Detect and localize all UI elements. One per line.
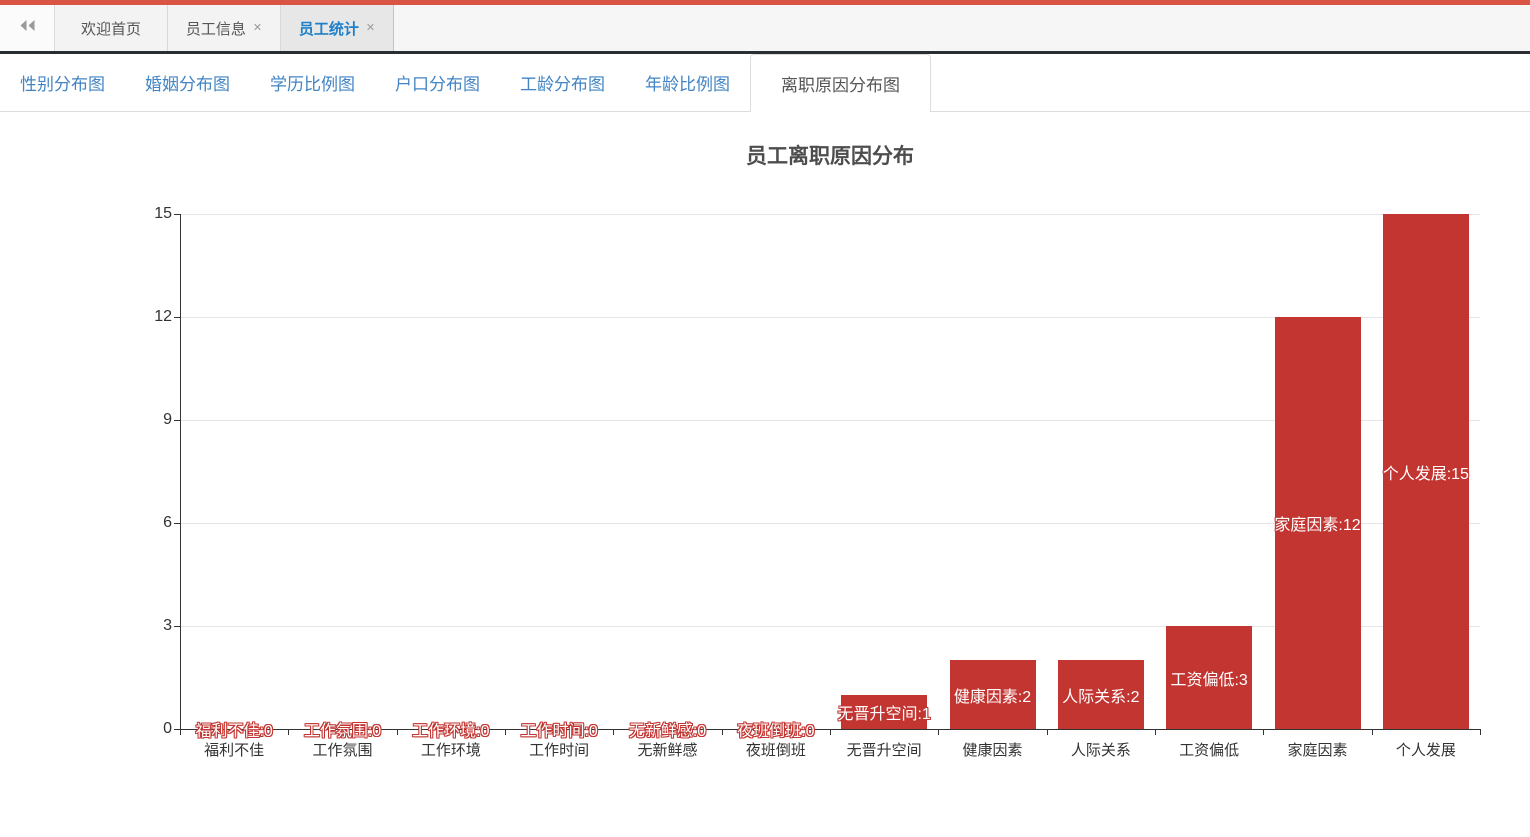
x-axis-tick — [1047, 729, 1048, 735]
tab-employee-stats[interactable]: 员工统计 ✕ — [281, 5, 394, 51]
subtab-label: 性别分布图 — [20, 70, 105, 95]
bar-value-label: 工作氛围:0 — [304, 717, 381, 741]
double-chevron-left-icon — [19, 19, 36, 37]
x-axis-category-label: 健康因素 — [962, 739, 1022, 760]
y-axis-label: 0 — [128, 720, 172, 738]
x-axis-category-label: 工作环境 — [421, 739, 481, 760]
subtab-gender-distribution[interactable]: 性别分布图 — [0, 54, 125, 111]
y-axis-label: 6 — [128, 514, 172, 532]
subtab-label: 学历比例图 — [270, 70, 355, 95]
subtab-age-ratio[interactable]: 年龄比例图 — [625, 54, 750, 111]
subtab-label: 年龄比例图 — [645, 70, 730, 95]
subtab-education-ratio[interactable]: 学历比例图 — [250, 54, 375, 111]
subtab-label: 婚姻分布图 — [145, 70, 230, 95]
x-axis-tick — [613, 729, 614, 735]
x-axis-category-label: 工作时间 — [529, 739, 589, 760]
subtab-work-years-distribution[interactable]: 工龄分布图 — [500, 54, 625, 111]
subtab-marriage-distribution[interactable]: 婚姻分布图 — [125, 54, 250, 111]
subtab-label: 户口分布图 — [395, 70, 480, 95]
y-axis-label: 12 — [128, 308, 172, 326]
tab-bar-filler — [394, 5, 1530, 51]
tab-label: 员工信息 — [186, 18, 246, 39]
y-axis-label: 9 — [128, 411, 172, 429]
y-axis-line — [180, 214, 181, 730]
gridline — [180, 214, 1480, 215]
app-root: 欢迎首页 员工信息 ✕ 员工统计 ✕ 性别分布图 婚姻分布图 学历比例图 户口分… — [0, 0, 1530, 837]
bar-value-label: 个人发展:15 — [1383, 460, 1469, 484]
x-axis-category-label: 个人发展 — [1396, 739, 1456, 760]
bar-value-label: 福利不佳:0 — [195, 717, 272, 741]
window-tab-bar: 欢迎首页 员工信息 ✕ 员工统计 ✕ — [0, 5, 1530, 54]
plot-area: 0 3 6 9 12 15 福利不佳:0福利不佳 工作氛围:0工作氛围 工作环境:0工作环境 工作… — [0, 112, 1530, 833]
tab-employee-info[interactable]: 员工信息 ✕ — [168, 5, 281, 51]
x-axis-tick — [1480, 729, 1481, 735]
x-axis-tick — [722, 729, 723, 735]
x-axis-tick — [1263, 729, 1264, 735]
tab-welcome-home[interactable]: 欢迎首页 — [55, 5, 168, 51]
x-axis-category-label: 无新鲜感 — [637, 739, 697, 760]
bar-value-label: 工作时间:0 — [520, 717, 597, 741]
bar-value-label: 家庭因素:12 — [1274, 511, 1360, 535]
chart-tab-bar: 性别分布图 婚姻分布图 学历比例图 户口分布图 工龄分布图 年龄比例图 离职原因… — [0, 54, 1530, 112]
bar-value-label: 无晋升空间:1 — [837, 700, 930, 724]
bar-value-label: 人际关系:2 — [1062, 683, 1139, 707]
bar-value-label: 夜班倒班:0 — [737, 717, 814, 741]
x-axis-tick — [505, 729, 506, 735]
x-axis-category-label: 家庭因素 — [1287, 739, 1347, 760]
bar-value-label: 健康因素:2 — [954, 683, 1031, 707]
x-axis-category-label: 福利不佳 — [204, 739, 264, 760]
subtab-label: 离职原因分布图 — [781, 71, 900, 96]
subtab-resignation-reason-distribution[interactable]: 离职原因分布图 — [750, 54, 931, 112]
x-axis-category-label: 夜班倒班 — [746, 739, 806, 760]
x-axis-tick — [397, 729, 398, 735]
x-axis-category-label: 工作氛围 — [312, 739, 372, 760]
subtab-household-distribution[interactable]: 户口分布图 — [375, 54, 500, 111]
close-icon[interactable]: ✕ — [253, 23, 262, 34]
tab-label: 员工统计 — [299, 18, 359, 39]
resignation-chart: 员工离职原因分布 03691215福利不佳:0福利不佳工作氛围:0工作氛围工作环… — [0, 112, 1530, 833]
tab-label: 欢迎首页 — [81, 18, 141, 39]
x-axis-tick — [288, 729, 289, 735]
collapse-tabs-button[interactable] — [0, 5, 55, 51]
y-axis-label: 15 — [128, 205, 172, 223]
x-axis-tick — [938, 729, 939, 735]
y-axis-label: 3 — [128, 617, 172, 635]
subtab-label: 工龄分布图 — [520, 70, 605, 95]
x-axis-tick — [1372, 729, 1373, 735]
x-axis-tick — [1155, 729, 1156, 735]
close-icon[interactable]: ✕ — [366, 23, 375, 34]
bar-value-label: 工作环境:0 — [412, 717, 489, 741]
bar-value-label: 无新鲜感:0 — [629, 717, 706, 741]
x-axis-category-label: 人际关系 — [1071, 739, 1131, 760]
bar-value-label: 工资偏低:3 — [1170, 666, 1247, 690]
x-axis-category-label: 工资偏低 — [1179, 739, 1239, 760]
x-axis-tick — [180, 729, 181, 735]
x-axis-category-label: 无晋升空间 — [847, 739, 922, 760]
x-axis-tick — [830, 729, 831, 735]
